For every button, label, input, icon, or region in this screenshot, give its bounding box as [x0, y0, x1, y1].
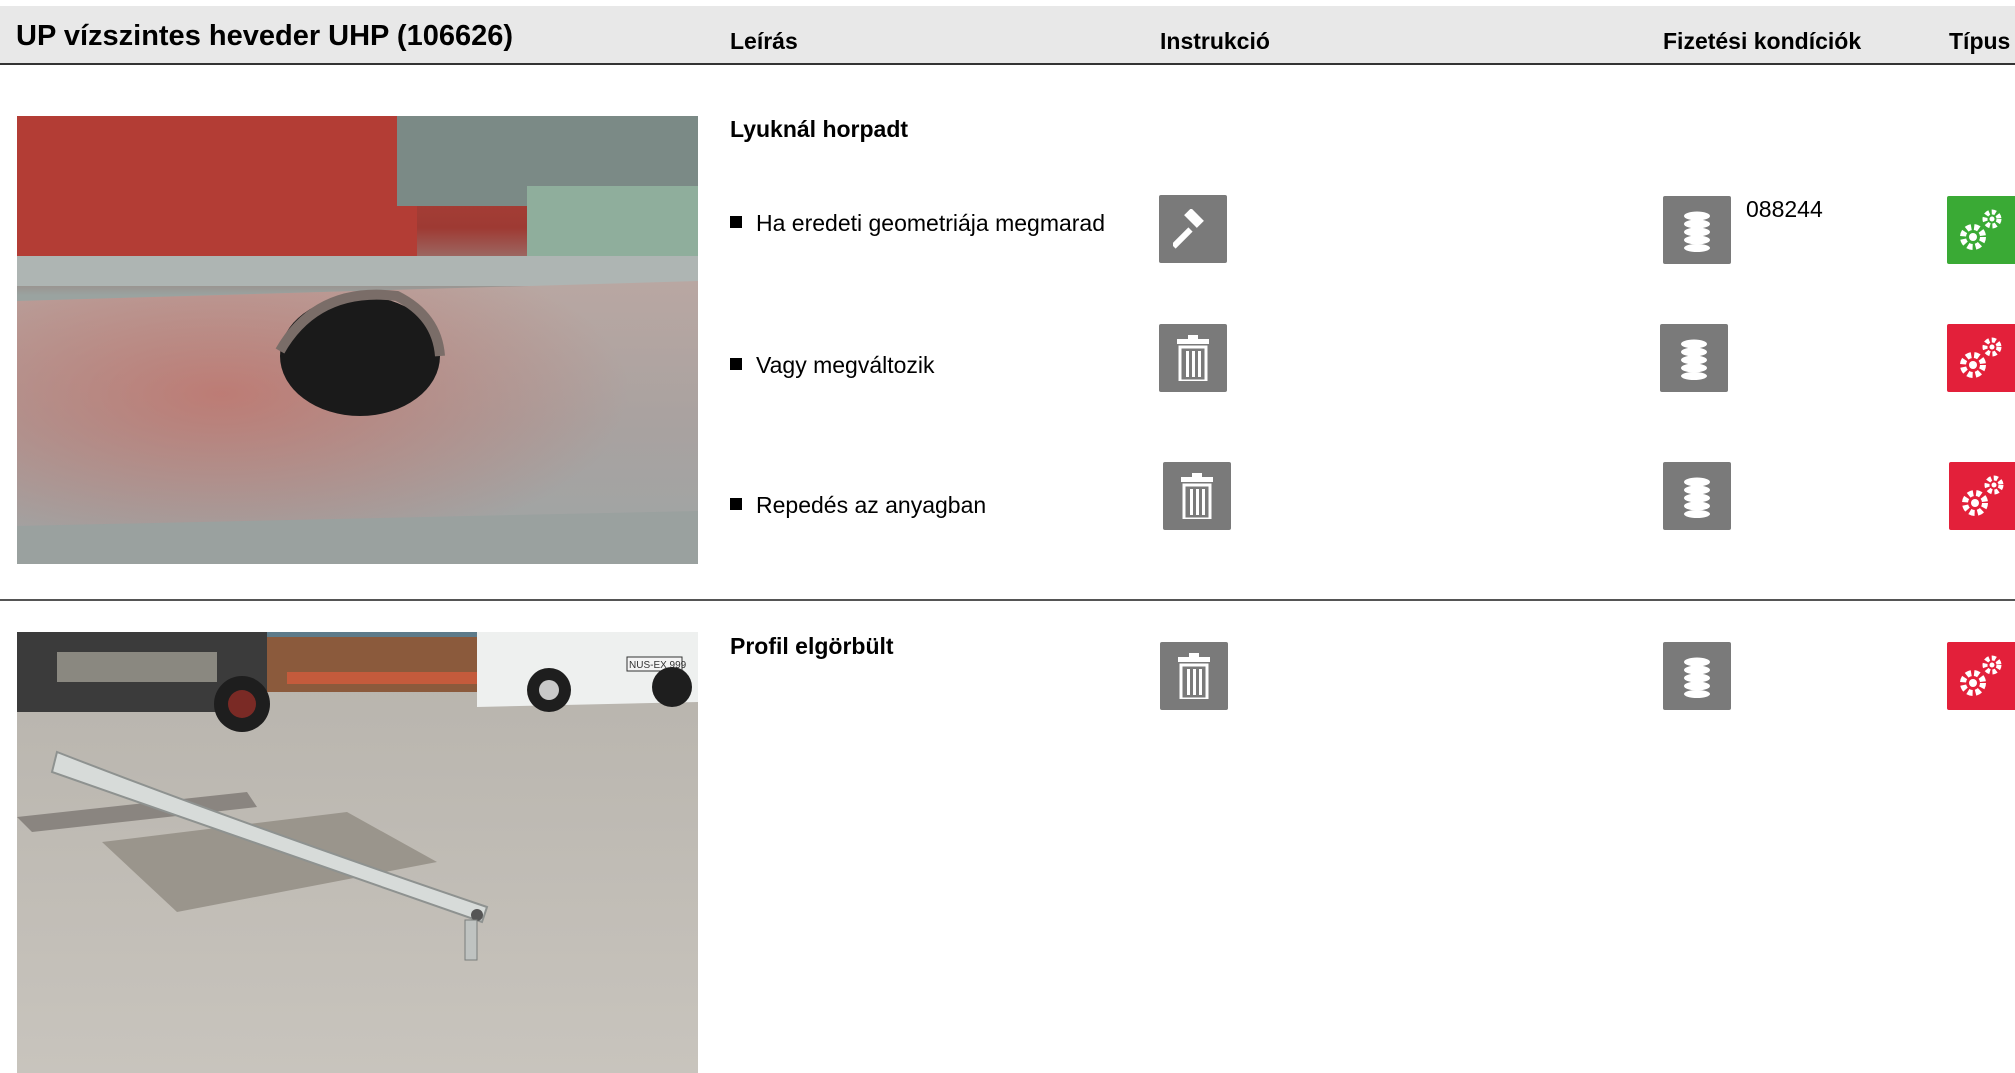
section-divider	[0, 599, 2015, 601]
dented-hole-photo	[17, 116, 698, 564]
column-header-type: Típus	[1949, 28, 2011, 54]
page-title: UP vízszintes heveder UHP (106626)	[16, 20, 514, 52]
section-title: Lyuknál horpadt	[730, 116, 909, 142]
column-header-payment: Fizetési kondíciók	[1663, 28, 1862, 54]
list-item-label: Ha eredeti geometriája megmarad	[756, 210, 1106, 236]
trash-icon	[1177, 335, 1209, 381]
instruction-scrap-button[interactable]	[1159, 324, 1227, 392]
damage-catalog-page: UP vízszintes heveder UHP (106626) Leírá…	[0, 0, 2015, 1073]
trash-icon	[1181, 473, 1213, 519]
instruction-hammer-button[interactable]	[1159, 195, 1227, 263]
bullet-icon	[730, 216, 742, 228]
column-header-description: Leírás	[730, 28, 798, 54]
gears-icon	[1962, 475, 2004, 516]
coins-icon	[1681, 339, 1707, 380]
list-item: Vagy megváltozik	[730, 352, 935, 379]
instruction-scrap-button[interactable]	[1163, 462, 1231, 530]
gears-icon	[1960, 337, 2002, 378]
coins-icon	[1684, 477, 1710, 518]
payment-condition-button[interactable]	[1663, 196, 1731, 264]
instruction-scrap-button[interactable]	[1160, 642, 1228, 710]
gears-icon	[1960, 209, 2002, 250]
bullet-icon	[730, 498, 742, 510]
table-header: UP vízszintes heveder UHP (106626) Leírá…	[0, 6, 2015, 65]
section-title: Profil elgörbült	[730, 633, 894, 659]
list-item-label: Repedés az anyagban	[756, 492, 987, 518]
coins-icon	[1684, 657, 1710, 698]
payment-code: 088244	[1746, 196, 1823, 222]
type-badge-green[interactable]	[1947, 196, 2015, 264]
payment-condition-button[interactable]	[1663, 642, 1731, 710]
payment-condition-button[interactable]	[1660, 324, 1728, 392]
payment-condition-button[interactable]	[1663, 462, 1731, 530]
list-item-label: Vagy megváltozik	[756, 352, 935, 378]
trash-icon	[1178, 653, 1210, 699]
type-badge-red[interactable]	[1947, 324, 2015, 392]
column-header-instruction: Instrukció	[1160, 28, 1270, 54]
gears-icon	[1960, 655, 2002, 696]
list-item: Repedés az anyagban	[730, 492, 986, 519]
list-item: Ha eredeti geometriája megmarad	[730, 210, 1105, 237]
type-badge-red[interactable]	[1949, 462, 2015, 530]
bent-profile-photo: NUS-EX 999	[17, 632, 698, 1073]
bullet-icon	[730, 358, 742, 370]
hammer-icon	[1173, 209, 1204, 249]
type-badge-red[interactable]	[1947, 642, 2015, 710]
coins-icon	[1684, 211, 1710, 252]
